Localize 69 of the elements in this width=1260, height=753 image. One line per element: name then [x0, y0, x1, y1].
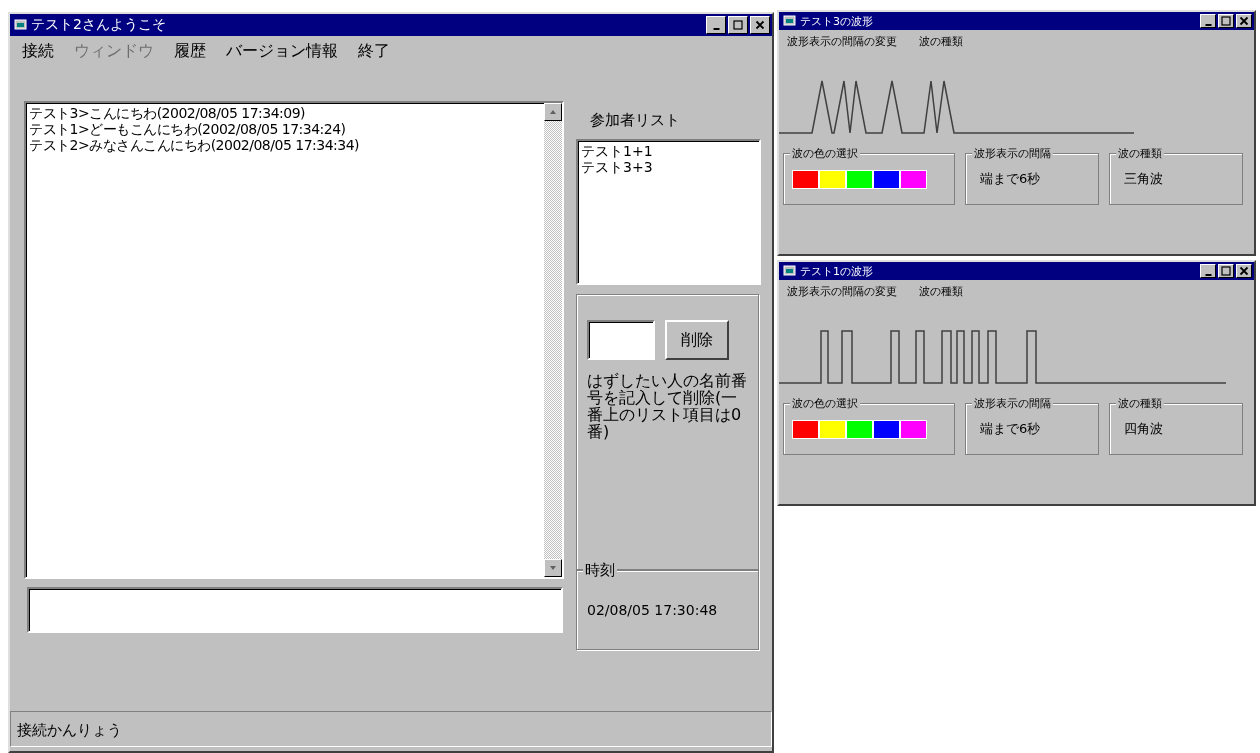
interval-label: 波形表示の間隔 [972, 396, 1053, 411]
color-swatch[interactable] [900, 170, 927, 189]
minimize-button[interactable] [1200, 14, 1216, 28]
window-icon [14, 19, 28, 31]
close-button[interactable] [1236, 264, 1252, 278]
close-icon [1239, 16, 1249, 26]
minimize-icon [1204, 273, 1212, 276]
color-swatch[interactable] [900, 420, 927, 439]
chat-message: テスト1>どーもこんにちわ(2002/08/05 17:34:24) [29, 121, 347, 137]
scrollbar[interactable] [544, 103, 562, 577]
wave-type-label: 波の種類 [1116, 146, 1164, 161]
interval-label: 波形表示の間隔 [972, 146, 1053, 161]
menu-item[interactable]: 波の種類 [919, 34, 963, 49]
window-icon [783, 15, 797, 27]
wave-type-label: 波の種類 [1116, 396, 1164, 411]
menu-item[interactable]: 波形表示の間隔の変更 [787, 34, 897, 49]
wave-type-value: 四角波 [1123, 420, 1164, 438]
window-title: テスト1の波形 [800, 263, 874, 279]
chat-message: テスト2>みなさんこんにちわ(2002/08/05 17:34:34) [29, 137, 361, 153]
interval-value: 端まで6秒 [979, 420, 1042, 438]
maximize-icon [1221, 266, 1231, 276]
close-button[interactable] [1236, 14, 1252, 28]
maximize-button[interactable] [1218, 14, 1234, 28]
close-icon [755, 20, 765, 30]
close-button[interactable] [750, 16, 770, 34]
menu-item[interactable]: 波の種類 [919, 284, 963, 299]
color-swatch[interactable] [873, 170, 900, 189]
maximize-icon [1221, 16, 1231, 26]
chat-message: テスト3>こんにちわ(2002/08/05 17:34:09) [29, 105, 307, 121]
menu-item[interactable]: 履歴 [174, 41, 206, 62]
window-title: テスト3の波形 [800, 13, 874, 29]
maximize-button[interactable] [1218, 264, 1234, 278]
window-title: テスト2さんようこそ [31, 16, 167, 34]
window-icon [783, 265, 797, 277]
minimize-icon [1204, 23, 1212, 26]
participant-item[interactable]: テスト1+1 [581, 143, 756, 159]
participant-list[interactable]: テスト1+1 テスト3+3 [576, 139, 761, 285]
color-swatch[interactable] [846, 420, 873, 439]
color-panel-label: 波の色の選択 [790, 146, 860, 161]
interval-value: 端まで6秒 [979, 170, 1042, 188]
status-bar: 接続かんりょう [10, 711, 772, 747]
delete-button[interactable]: 削除 [665, 320, 729, 360]
color-swatch[interactable] [873, 420, 900, 439]
scroll-up-button[interactable] [544, 103, 562, 121]
delete-instructions: はずしたい人の名前番号を記入して削除(一番上のリスト項目は0番) [587, 372, 748, 440]
color-swatch[interactable] [792, 420, 819, 439]
message-input-field[interactable] [27, 587, 563, 633]
minimize-icon [712, 27, 720, 30]
minimize-button[interactable] [706, 16, 726, 34]
menu-item[interactable]: 波形表示の間隔の変更 [787, 284, 897, 299]
color-panel-label: 波の色の選択 [790, 396, 860, 411]
scroll-down-button[interactable] [544, 559, 562, 577]
menu-item[interactable]: バージョン情報 [226, 41, 338, 62]
color-swatch[interactable] [819, 170, 846, 189]
menu-item[interactable]: 終了 [358, 41, 390, 62]
participant-item[interactable]: テスト3+3 [581, 159, 756, 175]
time-value: 02/08/05 17:30:48 [587, 602, 719, 618]
wave-type-value: 三角波 [1123, 170, 1164, 188]
color-swatch[interactable] [792, 170, 819, 189]
maximize-button[interactable] [728, 16, 748, 34]
close-icon [1239, 266, 1249, 276]
color-swatch[interactable] [846, 170, 873, 189]
participant-list-label: 参加者リスト [589, 110, 681, 131]
maximize-icon [733, 20, 743, 30]
time-label: 時刻 [583, 561, 617, 580]
menu-item[interactable]: 接続 [22, 41, 54, 62]
minimize-button[interactable] [1200, 264, 1216, 278]
number-input-field[interactable] [587, 320, 655, 360]
color-swatch[interactable] [819, 420, 846, 439]
